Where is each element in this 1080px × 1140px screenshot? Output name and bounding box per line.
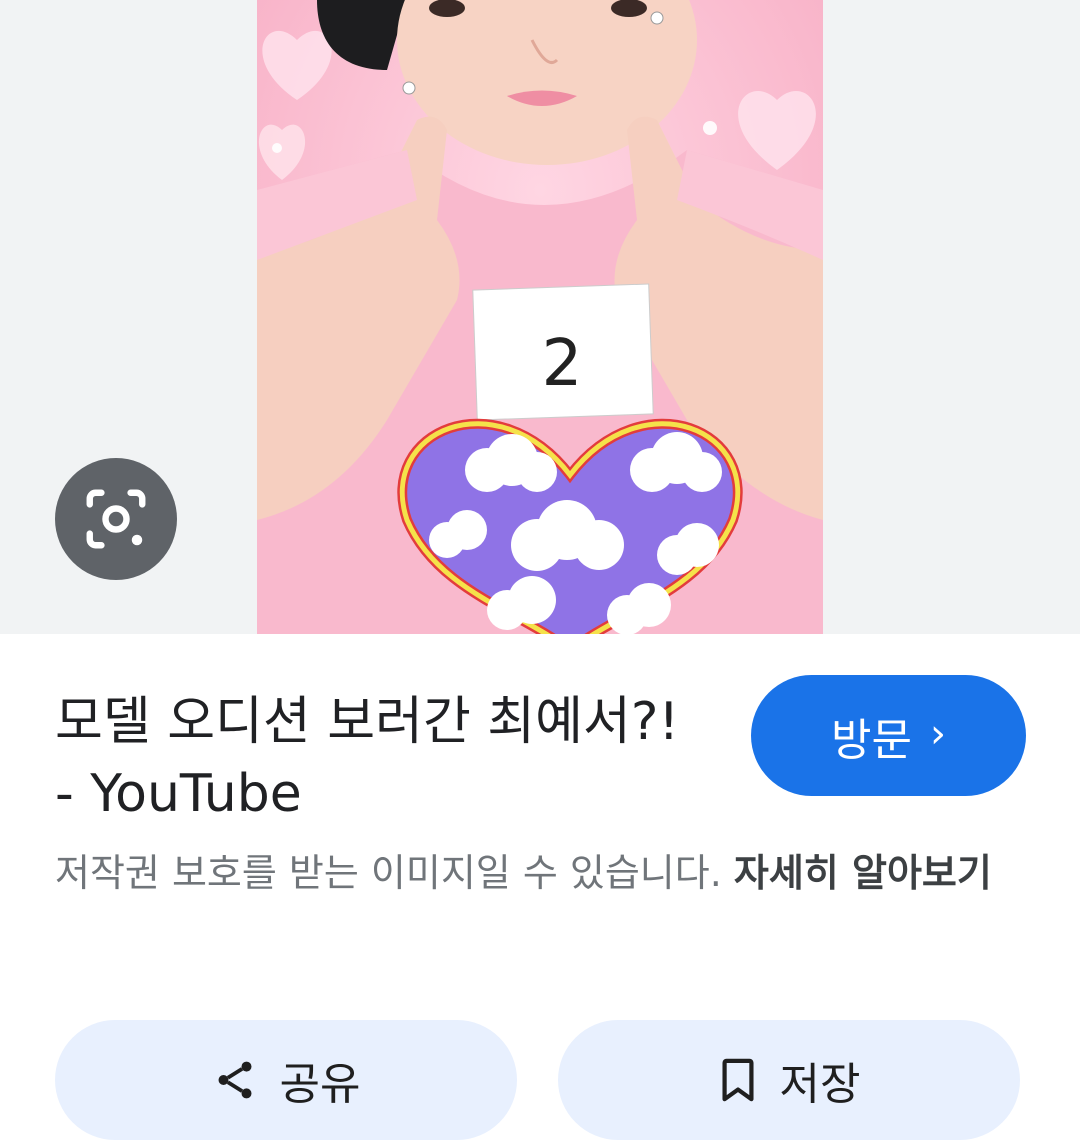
share-button-label: 공유	[279, 1059, 361, 1110]
learn-more-link[interactable]: 자세히 알아보기	[734, 851, 992, 895]
result-title[interactable]: 모델 오디션 보러간 최예서?! - YouTube	[55, 686, 705, 830]
google-lens-icon	[86, 489, 146, 549]
bookmark-icon	[721, 1058, 754, 1102]
result-image[interactable]: 2	[257, 0, 823, 634]
visit-button-label: 방문	[831, 714, 912, 766]
copyright-text: 저작권 보호를 받는 이미지일 수 있습니다.	[55, 851, 722, 895]
number-card-text: 2	[542, 327, 583, 401]
save-button[interactable]: 저장	[558, 1020, 1020, 1140]
result-details-sheet: 모델 오디션 보러간 최예서?! - YouTube 방문 › 저작권 보호를 …	[0, 634, 1080, 1140]
visit-button[interactable]: 방문 ›	[751, 675, 1026, 796]
share-icon	[218, 1061, 251, 1099]
chevron-right-icon: ›	[929, 710, 946, 757]
save-button-label: 저장	[779, 1059, 861, 1110]
google-lens-button[interactable]	[55, 458, 177, 580]
share-button[interactable]: 공유	[55, 1020, 517, 1140]
image-viewer: 2	[0, 0, 1080, 634]
photo-illustration: 2	[257, 0, 823, 634]
copyright-notice: 저작권 보호를 받는 이미지일 수 있습니다. 자세히 알아보기	[55, 844, 1035, 902]
